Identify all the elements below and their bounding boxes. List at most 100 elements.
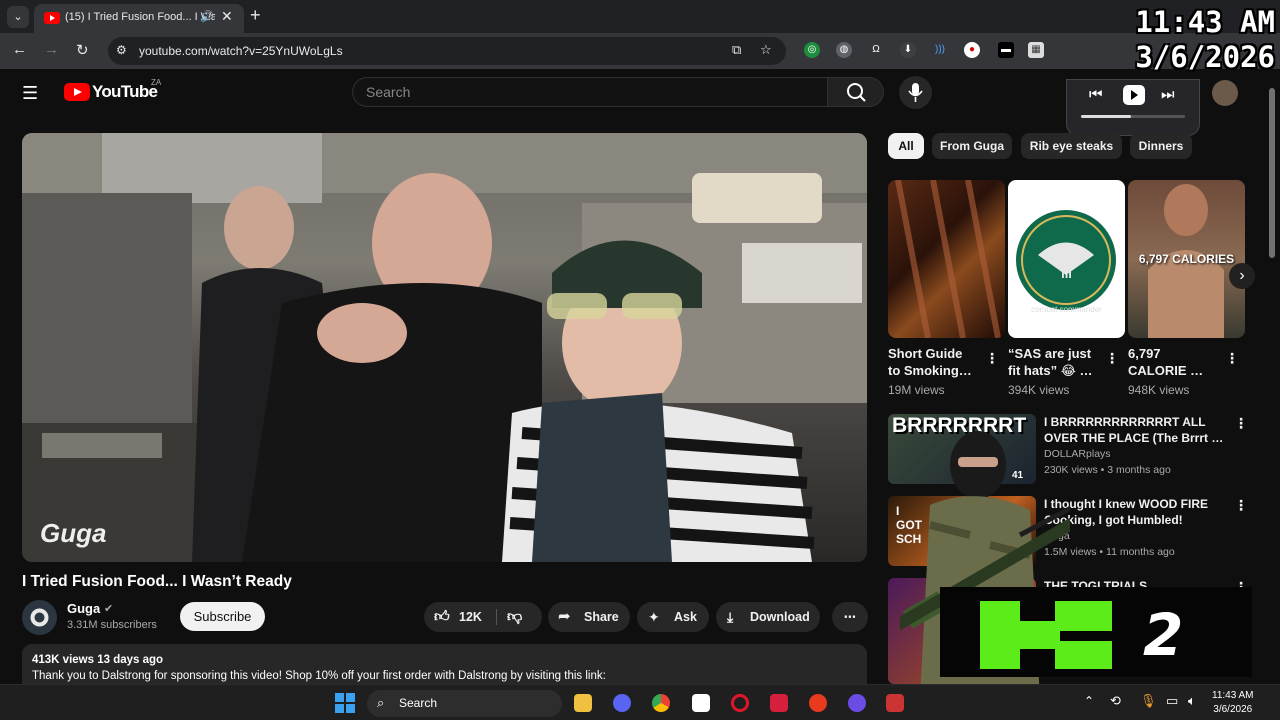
url-text[interactable]: youtube.com/watch?v=25YnUWoLgLs — [139, 44, 343, 58]
mic-tray-icon[interactable]: 🎙︎ — [1140, 693, 1157, 709]
tab-audio-icon[interactable]: 🔊 — [200, 10, 214, 23]
like-count[interactable]: 12K — [459, 602, 482, 632]
video-player[interactable]: Guga — [22, 133, 867, 562]
bookmark-star-icon[interactable]: ☆ — [760, 42, 772, 58]
youtube-play-icon — [64, 83, 90, 101]
app-icon[interactable] — [848, 694, 866, 712]
short-thumbnail[interactable]: 6,797 CALORIES — [1128, 180, 1245, 338]
opera-icon[interactable] — [731, 694, 749, 712]
extension-pokeball-icon[interactable]: ● — [964, 42, 980, 58]
like-dislike-group: 👍︎ 12K 👎︎ — [424, 602, 542, 632]
browser-tab[interactable]: (15) I Tried Fusion Food... I Wasn't Rea… — [34, 4, 244, 33]
forward-icon[interactable]: → — [44, 41, 59, 58]
verified-icon: ✔ — [104, 603, 114, 615]
channel-avatar[interactable] — [22, 600, 57, 635]
channel-name[interactable]: Guga — [67, 601, 100, 616]
media-controls-overlay: ⏮ ⏭ — [1066, 79, 1200, 136]
clock-overlay: 11:43 AM 3/6/2026 — [1055, 5, 1275, 74]
subscriber-count: 3.31M subscribers — [67, 619, 157, 631]
chip-rib-eye-steaks[interactable]: Rib eye steaks — [1021, 133, 1122, 159]
adobe-icon[interactable] — [770, 694, 788, 712]
tab-search-icon[interactable]: ⌄ — [7, 6, 29, 28]
subscribe-button[interactable]: Subscribe — [180, 602, 265, 631]
taskbar-clock[interactable]: 11:43 AM 3/6/2026 — [1212, 689, 1254, 717]
short-thumbnail[interactable] — [888, 180, 1005, 338]
search-input[interactable] — [353, 78, 828, 106]
taskbar-date: 3/6/2026 — [1213, 704, 1253, 715]
k2-overlay-logo: 2 — [940, 587, 1252, 677]
extension-download-icon[interactable]: ⬇ — [900, 42, 916, 58]
more-vert-icon[interactable]: ⋮ — [985, 350, 999, 367]
bacon-image — [895, 180, 1001, 338]
new-tab-button[interactable]: + — [250, 5, 261, 26]
extension-audio-icon[interactable]: ))) — [932, 42, 948, 58]
site-info-icon[interactable]: ⚙ — [116, 43, 127, 57]
page-scrollbar[interactable] — [1268, 84, 1276, 684]
short-title[interactable]: “SAS are just fit hats” 😂 … — [1008, 345, 1098, 379]
file-explorer-icon[interactable] — [574, 694, 592, 712]
short-title[interactable]: Short Guide to Smoking… — [888, 345, 978, 379]
windows-start-icon[interactable] — [335, 693, 355, 713]
chip-dinners[interactable]: Dinners — [1130, 133, 1192, 159]
extension-ext-icon[interactable]: ▬ — [998, 42, 1014, 58]
network-icon[interactable]: ▭ — [1166, 693, 1178, 709]
k2-logo-mark — [980, 601, 1112, 669]
extension-globe-icon[interactable]: ◍ — [836, 42, 852, 58]
ask-label: Ask — [674, 610, 697, 624]
more-vert-icon[interactable]: ⋮ — [1225, 350, 1239, 367]
download-label: Download — [750, 610, 810, 624]
more-vert-icon[interactable]: ⋮ — [1105, 350, 1119, 367]
tab-title: (15) I Tried Fusion Food... I Wasn't Rea… — [65, 11, 215, 23]
chrome-icon[interactable] — [652, 694, 670, 712]
sparkle-icon: ✦ — [648, 609, 660, 625]
tray-overflow-icon[interactable]: ⌃ — [1084, 694, 1094, 708]
media-progress-bar[interactable] — [1081, 115, 1185, 118]
extension-puzzle-icon[interactable]: ▦ — [1028, 42, 1044, 58]
k2-number: 2 — [1143, 601, 1184, 669]
search-button[interactable] — [827, 77, 884, 107]
youtube-logo[interactable]: YouTube ZA — [64, 78, 161, 105]
download-button[interactable]: ⤓ Download — [716, 602, 820, 632]
back-icon[interactable]: ← — [12, 41, 27, 58]
voice-search-button[interactable] — [899, 76, 932, 109]
dislike-icon[interactable]: 👎︎ — [507, 602, 522, 632]
menu-icon[interactable]: ☰ — [22, 83, 38, 104]
previous-track-icon[interactable]: ⏮ — [1089, 86, 1103, 103]
video-watermark: Guga — [40, 518, 107, 548]
description-text: Thank you to Dalstrong for sponsoring th… — [32, 670, 606, 682]
discord-icon[interactable] — [613, 694, 631, 712]
address-bar[interactable]: ⚙ youtube.com/watch?v=25YnUWoLgLs ⧉ ☆ — [108, 37, 786, 65]
capcut-icon[interactable] — [692, 694, 710, 712]
reload-icon[interactable]: ↻ — [76, 41, 89, 59]
account-avatar[interactable] — [1212, 80, 1238, 106]
install-app-icon[interactable]: ⧉ — [732, 42, 741, 58]
voicemeeter-icon[interactable] — [886, 694, 904, 712]
share-button[interactable]: ➦ Share — [548, 602, 630, 632]
download-icon: ⤓ — [727, 609, 734, 625]
more-vert-icon[interactable]: ⋮ — [1234, 415, 1248, 432]
extension-icon[interactable]: ◎ — [804, 42, 820, 58]
more-vert-icon[interactable]: ⋮ — [1234, 497, 1248, 514]
extension-omega-icon[interactable]: Ω — [868, 42, 884, 58]
short-thumbnail[interactable]: III combat commander — [1008, 180, 1125, 338]
taskbar-search[interactable]: ⌕ Search — [367, 690, 562, 717]
channel-logo-icon — [30, 608, 49, 627]
rec-title[interactable]: I thought I knew WOOD FIRE Cooking, I go… — [1044, 496, 1224, 528]
search-box[interactable] — [352, 77, 828, 107]
chip-all[interactable]: All — [888, 133, 924, 159]
description-box[interactable]: 413K views 13 days ago Thank you to Dals… — [22, 644, 867, 684]
volume-icon[interactable]: 🔈︎ — [1188, 693, 1196, 709]
sync-icon[interactable]: ⟲ — [1110, 693, 1121, 709]
ask-button[interactable]: ✦ Ask — [637, 602, 709, 632]
shorts-next-button[interactable]: › — [1229, 263, 1255, 289]
chip-from-guga[interactable]: From Guga — [932, 133, 1012, 159]
play-pause-button[interactable] — [1123, 85, 1145, 105]
taskbar-time: 11:43 AM — [1212, 690, 1254, 701]
rec-title[interactable]: I BRRRRRRRRRRRRRT ALL OVER THE PLACE (Th… — [1044, 414, 1224, 446]
more-actions-button[interactable]: ⋯ — [832, 602, 868, 632]
short-title[interactable]: 6,797 CALORIE … — [1128, 345, 1218, 379]
app-icon[interactable] — [809, 694, 827, 712]
next-track-icon[interactable]: ⏭ — [1161, 86, 1175, 103]
tab-close-icon[interactable]: ✕ — [221, 8, 233, 25]
like-icon[interactable]: 👍︎ — [434, 602, 450, 632]
